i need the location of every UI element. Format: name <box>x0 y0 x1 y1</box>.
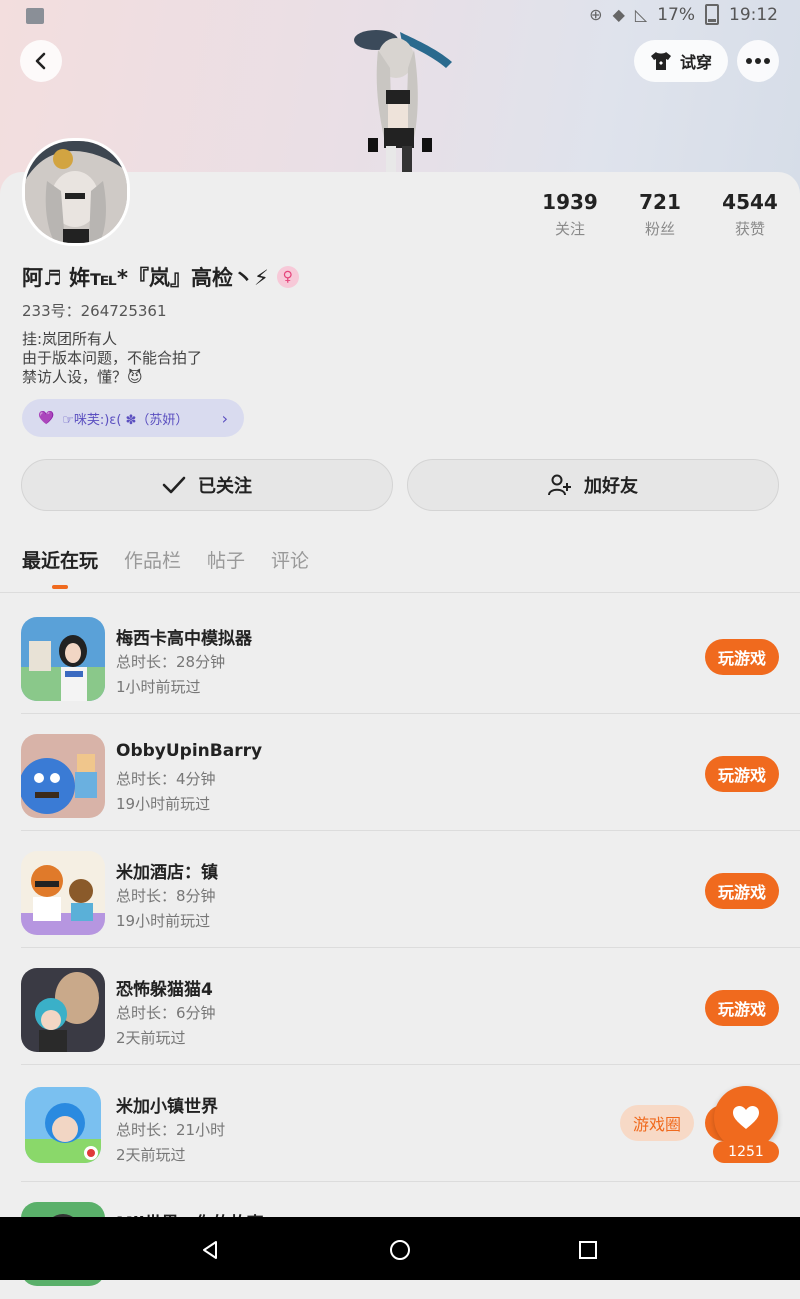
tab-posts[interactable]: 帖子 <box>207 546 245 573</box>
active-tab-indicator <box>52 585 68 589</box>
back-button[interactable] <box>20 40 62 82</box>
game-duration: 总时长：8分钟 <box>116 887 216 905</box>
game-duration: 总时长：6分钟 <box>116 1004 216 1022</box>
stat-following[interactable]: 1939 关注 <box>520 190 620 239</box>
add-friend-icon <box>548 474 571 496</box>
no-signal-icon: ◺ <box>634 5 648 24</box>
stat-value: 721 <box>639 190 681 214</box>
tab-comments[interactable]: 评论 <box>271 546 309 573</box>
game-duration: 总时长：21小时 <box>116 1121 226 1139</box>
nav-recents-button[interactable] <box>573 1235 603 1265</box>
heart-icon: 💜 <box>38 410 55 426</box>
check-icon <box>162 476 186 494</box>
game-last-played: 1小时前玩过 <box>116 678 201 696</box>
following-label: 已关注 <box>198 476 252 497</box>
character-outfit-image <box>354 30 452 172</box>
battery-icon <box>705 4 719 25</box>
bio-line: 由于版本问题，不能合拍了 <box>22 349 203 367</box>
game-row[interactable]: 米加酒店：镇 总时长：8分钟 19小时前玩过 玩游戏 <box>0 831 800 948</box>
try-on-button[interactable]: 试穿 <box>634 40 729 82</box>
chevron-left-icon <box>35 52 46 70</box>
nav-back-button[interactable] <box>195 1235 225 1265</box>
recents-square-icon <box>579 1241 597 1259</box>
game-icon <box>21 851 105 935</box>
stat-label: 关注 <box>554 220 585 238</box>
add-friend-label: 加好友 <box>584 476 638 497</box>
game-row[interactable]: 梅西卡高中模拟器 总时长：28分钟 1小时前玩过 玩游戏 <box>0 597 800 714</box>
play-game-button[interactable]: 玩游戏 <box>705 756 779 792</box>
back-triangle-icon <box>203 1241 217 1259</box>
tab-works[interactable]: 作品栏 <box>124 546 181 573</box>
play-game-button[interactable]: 玩游戏 <box>705 873 779 909</box>
add-friend-button[interactable]: 加好友 <box>407 459 779 511</box>
status-bar: ⊕ ◆ ◺ 17% 19:12 <box>0 0 800 32</box>
game-name: 恐怖躲猫猫4 <box>116 980 213 1000</box>
more-options-button[interactable] <box>737 40 779 82</box>
game-name: 米加酒店：镇 <box>116 863 218 883</box>
game-name: ObbyUpinBarry <box>116 741 263 761</box>
profile-bio: 挂:岚团所有人 由于版本问题，不能合拍了 禁访人设，懂？😈 <box>22 330 202 387</box>
clock: 19:12 <box>729 4 778 25</box>
game-last-played: 2天前玩过 <box>116 1146 186 1164</box>
stat-label: 获赞 <box>734 220 765 238</box>
tabs-divider <box>0 592 800 593</box>
avatar-image <box>25 141 127 243</box>
game-icon <box>21 968 105 1052</box>
nav-home-button[interactable] <box>385 1235 415 1265</box>
bio-line: 挂:岚团所有人 <box>22 330 118 348</box>
stat-label: 粉丝 <box>644 220 675 238</box>
home-circle-icon <box>390 1240 410 1260</box>
game-last-played: 19小时前玩过 <box>116 795 211 813</box>
stat-likes[interactable]: 4544 获赞 <box>700 190 800 239</box>
profile-tabs: 最近在玩 作品栏 帖子 评论 <box>22 546 309 573</box>
game-icon <box>21 734 105 818</box>
tab-recently-played[interactable]: 最近在玩 <box>22 546 98 573</box>
game-row[interactable]: ObbyUpinBarry 总时长：4分钟 19小时前玩过 玩游戏 <box>0 714 800 831</box>
stat-value: 1939 <box>542 190 598 214</box>
game-icon <box>25 1087 101 1163</box>
chevron-right-icon: › <box>221 408 228 428</box>
stat-value: 4544 <box>722 190 778 214</box>
tshirt-icon <box>651 52 671 70</box>
system-navigation-bar <box>0 1217 800 1280</box>
profile-nickname: 阿♬ 姩℡*『岚』高检丶⚡ ♀ <box>22 262 299 292</box>
gallery-notification-icon <box>26 8 44 24</box>
wifi-icon: ◆ <box>612 5 625 24</box>
game-row[interactable]: 恐怖躲猫猫4 总时长：6分钟 2天前玩过 玩游戏 <box>0 948 800 1065</box>
game-name: 米加小镇世界 <box>116 1097 218 1117</box>
data-saver-icon: ⊕ <box>589 5 603 24</box>
club-badge-text: ☞咪芙:)ɛ( ✽（苏妍） <box>62 412 189 428</box>
game-last-played: 2天前玩过 <box>116 1029 186 1047</box>
game-last-played: 19小时前玩过 <box>116 912 211 930</box>
game-duration: 总时长：28分钟 <box>116 653 226 671</box>
game-name: 梅西卡高中模拟器 <box>116 629 252 649</box>
more-dots-icon <box>746 58 770 64</box>
like-count: 1251 <box>713 1141 779 1163</box>
stat-followers[interactable]: 721 粉丝 <box>610 190 710 239</box>
battery-percent: 17% <box>657 4 695 25</box>
female-gender-icon: ♀ <box>276 266 299 288</box>
game-circle-button[interactable]: 游戏圈 <box>620 1105 694 1141</box>
club-badge[interactable]: 💜 ☞咪芙:)ɛ( ✽（苏妍） › <box>22 399 244 437</box>
heart-icon <box>733 1106 759 1129</box>
game-duration: 总时长：4分钟 <box>116 770 216 788</box>
nickname-text: 阿♬ 姩℡*『岚』高检丶⚡ <box>22 266 269 290</box>
user-id: 233号：264725361 <box>22 302 167 320</box>
game-icon <box>21 617 105 701</box>
following-button[interactable]: 已关注 <box>21 459 393 511</box>
try-on-label: 试穿 <box>680 53 713 72</box>
play-game-button[interactable]: 玩游戏 <box>705 990 779 1026</box>
bio-line: 禁访人设，懂？😈 <box>22 368 143 386</box>
avatar[interactable] <box>22 138 130 246</box>
play-game-button[interactable]: 玩游戏 <box>705 639 779 675</box>
